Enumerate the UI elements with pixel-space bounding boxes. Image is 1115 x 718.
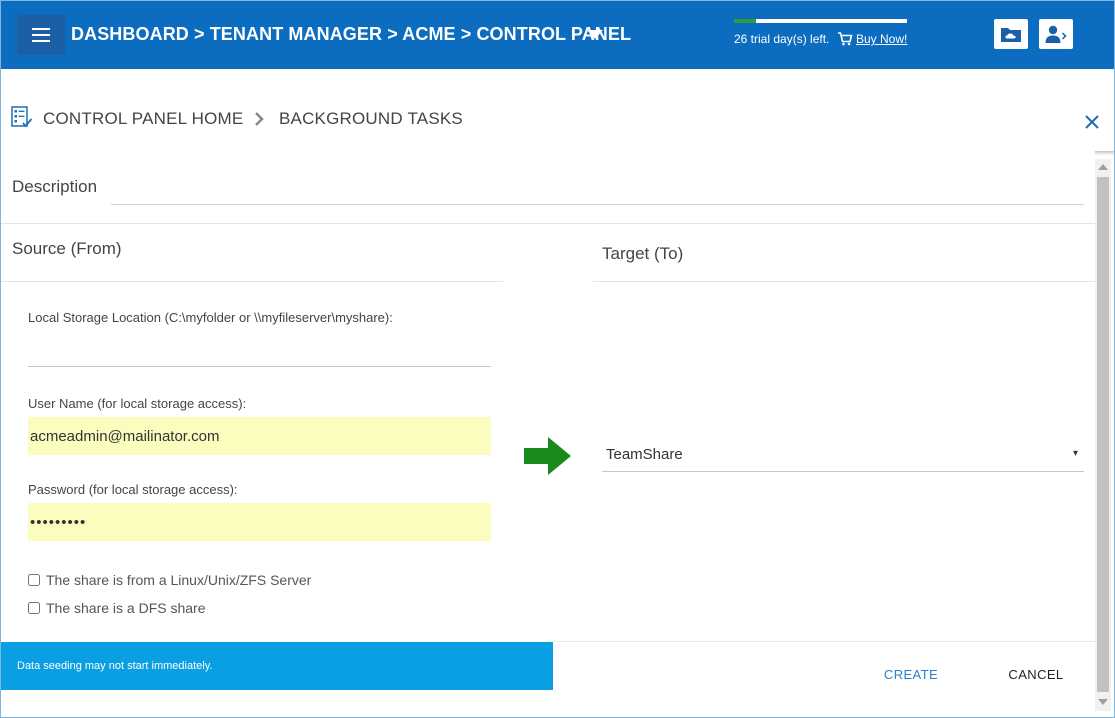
source-title: Source (From) xyxy=(12,239,122,258)
trial-progress-bar xyxy=(734,19,907,23)
buy-now-link[interactable]: Buy Now! xyxy=(856,32,907,46)
divider xyxy=(553,641,1095,642)
trial-progress-fill xyxy=(734,19,757,23)
username-input[interactable] xyxy=(28,417,491,455)
scroll-thumb[interactable] xyxy=(1097,177,1109,692)
create-button[interactable]: CREATE xyxy=(874,660,948,688)
local-storage-input[interactable] xyxy=(28,333,491,367)
vertical-scrollbar[interactable] xyxy=(1095,159,1111,711)
linux-share-checkbox[interactable] xyxy=(28,574,40,586)
breadcrumb-title[interactable]: DASHBOARD > TENANT MANAGER > ACME > CONT… xyxy=(71,24,631,45)
linux-share-option[interactable]: The share is from a Linux/Unix/ZFS Serve… xyxy=(28,572,311,588)
background-tasks-crumb: BACKGROUND TASKS xyxy=(279,109,463,128)
control-panel-home-link[interactable]: CONTROL PANEL HOME xyxy=(43,109,243,129)
cloud-folder-icon xyxy=(1001,28,1021,42)
arrow-right-icon xyxy=(524,437,571,475)
scroll-up-icon[interactable] xyxy=(1098,164,1108,170)
trial-days-text: 26 trial day(s) left. xyxy=(734,32,830,46)
description-input[interactable] xyxy=(111,171,1084,205)
divider xyxy=(1,281,503,282)
cart-icon[interactable] xyxy=(837,32,853,46)
user-switch-icon xyxy=(1045,25,1067,43)
chevron-down-icon[interactable] xyxy=(587,30,603,39)
dfs-share-option[interactable]: The share is a DFS share xyxy=(28,600,206,616)
menu-button[interactable] xyxy=(17,15,65,55)
password-label: Password (for local storage access): xyxy=(28,482,238,497)
target-title: Target (To) xyxy=(602,244,684,263)
task-form: Description Source (From) Target (To) Lo… xyxy=(1,151,1095,717)
dropdown-caret-icon: ▾ xyxy=(1072,448,1078,459)
target-selected-value: TeamShare xyxy=(606,446,683,463)
menu-icon-line xyxy=(32,34,50,36)
checklist-icon xyxy=(11,106,33,128)
username-label: User Name (for local storage access): xyxy=(28,396,247,411)
menu-icon-line xyxy=(32,28,50,30)
dfs-share-checkbox[interactable] xyxy=(28,602,40,614)
chevron-right-icon xyxy=(255,112,264,126)
scroll-down-icon[interactable] xyxy=(1098,699,1108,705)
notice-banner: Data seeding may not start immediately. xyxy=(1,642,553,690)
target-dropdown[interactable]: TeamShare ▾ xyxy=(602,436,1084,472)
close-icon[interactable] xyxy=(1083,113,1101,131)
description-label: Description xyxy=(12,177,98,196)
user-switch-button[interactable] xyxy=(1039,19,1073,49)
cloud-folder-button[interactable] xyxy=(994,19,1028,49)
notice-text: Data seeding may not start immediately. xyxy=(17,660,213,672)
divider xyxy=(593,281,1095,282)
linux-share-label: The share is from a Linux/Unix/ZFS Serve… xyxy=(46,572,312,588)
app-frame: DASHBOARD > TENANT MANAGER > ACME > CONT… xyxy=(0,0,1115,718)
password-input[interactable] xyxy=(28,503,491,541)
dfs-share-label: The share is a DFS share xyxy=(46,600,206,616)
local-storage-label: Local Storage Location (C:\myfolder or \… xyxy=(28,310,393,325)
divider xyxy=(1,223,1095,224)
menu-icon-line xyxy=(32,40,50,42)
top-bar: DASHBOARD > TENANT MANAGER > ACME > CONT… xyxy=(1,1,1114,69)
cancel-button[interactable]: CANCEL xyxy=(999,660,1073,688)
page-header: CONTROL PANEL HOME BACKGROUND TASKS xyxy=(1,69,1114,151)
